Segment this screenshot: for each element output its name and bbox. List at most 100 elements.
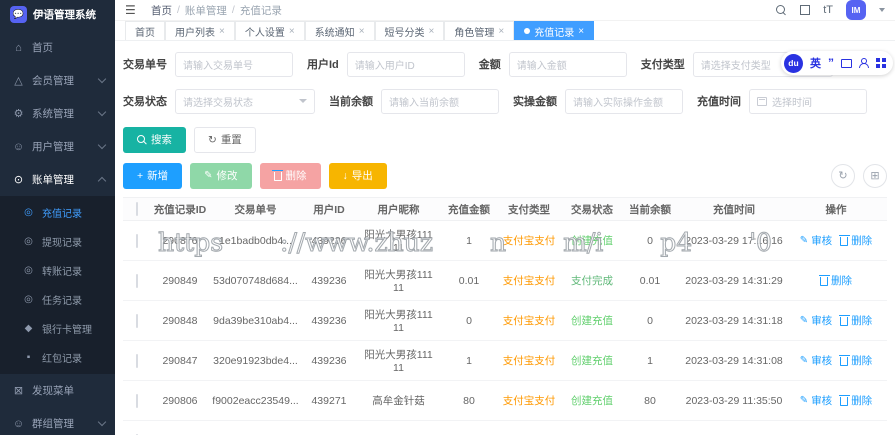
user-id-input[interactable]: 请输入用户ID	[347, 52, 465, 77]
fullscreen-icon[interactable]	[800, 5, 810, 15]
amount-input[interactable]: 请输入金额	[509, 52, 627, 77]
ime-toolbar[interactable]: du 英 ”	[781, 51, 893, 75]
refresh-table-button[interactable]: ↻	[831, 164, 855, 188]
order-no-input[interactable]: 请输入交易单号	[175, 52, 293, 77]
delete-link[interactable]: 删除	[840, 233, 872, 248]
delete-link[interactable]: 删除	[840, 393, 872, 408]
tab-home[interactable]: 首页	[125, 21, 165, 40]
sidebar-item-transfer-records[interactable]: ◎ 转账记录	[0, 256, 115, 285]
sidebar-item-task-records[interactable]: ◎ 任务记录	[0, 285, 115, 314]
bills-submenu: ◎ 充值记录 ◎ 提现记录 ◎ 转账记录 ◎ 任务记录 ◆ 银行卡管理	[0, 196, 115, 374]
sidebar-item-groups[interactable]: ☺ 群组管理	[0, 407, 115, 435]
close-icon[interactable]: ×	[219, 26, 225, 37]
audit-link[interactable]: ✎审核	[800, 353, 832, 368]
trash-icon	[840, 357, 848, 366]
trash-icon	[840, 237, 848, 246]
op-amount-input[interactable]: 请输入实际操作金额	[565, 89, 683, 114]
close-icon[interactable]: ×	[429, 26, 435, 37]
sidebar-item-users[interactable]: ☺ 用户管理	[0, 130, 115, 163]
table-row: 290876 1e1badb0db4... 439236 阳光大男孩111 11…	[123, 221, 887, 261]
close-icon[interactable]: ×	[359, 26, 365, 37]
sidebar-item-home[interactable]: ⌂ 首页	[0, 31, 115, 64]
sidebar-item-bills[interactable]: ⊙ 账单管理	[0, 163, 115, 196]
record-icon: ◎	[22, 265, 35, 276]
tab-system-notice[interactable]: 系统通知×	[305, 21, 375, 40]
delete-link[interactable]: 删除	[840, 313, 872, 328]
trash-icon	[840, 317, 848, 326]
table-toolbar: + 新增 ✎ 修改 删除 ↓ 导出 ↻ ⊞	[123, 162, 887, 189]
ime-language-toggle[interactable]: 英	[810, 55, 821, 71]
ime-menu-grid-icon[interactable]	[876, 58, 886, 68]
export-button[interactable]: ↓ 导出	[329, 163, 387, 189]
tab-bar: 首页 用户列表× 个人设置× 系统通知× 短号分类× 角色管理× 充值记录×	[115, 21, 895, 41]
delete-link[interactable]: 删除	[820, 273, 852, 288]
font-size-icon[interactable]: tT	[823, 4, 833, 16]
search-icon[interactable]	[776, 5, 787, 16]
table-row: 290806 f9002eacc23549... 439271 高牟金针菇 80…	[123, 381, 887, 421]
filter-row-1: 交易单号 请输入交易单号 用户Id 请输入用户ID 金额 请输入金额 支付类型 …	[123, 49, 887, 79]
row-checkbox[interactable]	[136, 234, 138, 248]
chevron-down-icon	[98, 141, 106, 149]
refresh-icon: ↻	[208, 134, 217, 146]
delete-button[interactable]: 删除	[260, 163, 321, 189]
columns-icon: ⊞	[870, 169, 879, 182]
pencil-icon: ✎	[800, 356, 808, 366]
ime-account-icon[interactable]	[859, 58, 869, 68]
order-no-label: 交易单号	[123, 56, 167, 72]
column-settings-button[interactable]: ⊞	[863, 164, 887, 188]
quote-icon[interactable]: ”	[828, 56, 834, 70]
add-button[interactable]: + 新增	[123, 163, 182, 189]
status-select[interactable]: 请选择交易状态	[175, 89, 315, 114]
row-checkbox[interactable]	[136, 394, 138, 408]
row-checkbox[interactable]	[136, 314, 138, 328]
table-row: 290848 9da39be310ab4... 439236 阳光大男孩111 …	[123, 301, 887, 341]
sidebar-item-discover[interactable]: ⊠ 发现菜单	[0, 374, 115, 407]
record-icon: ◎	[22, 236, 35, 247]
sidebar-nav: ⌂ 首页 △ 会员管理 ⚙ 系统管理 ☺ 用户管理 ⊙ 账单管理	[0, 31, 115, 435]
tab-user-list[interactable]: 用户列表×	[165, 21, 235, 40]
download-icon: ↓	[343, 170, 348, 182]
search-button[interactable]: 搜索	[123, 127, 186, 153]
close-icon[interactable]: ×	[289, 26, 295, 37]
table-row: 290847 320e91923bde4... 439236 阳光大男孩111 …	[123, 341, 887, 381]
chat-logo-icon: 💬	[10, 6, 27, 23]
tab-role-management[interactable]: 角色管理×	[444, 21, 514, 40]
avatar[interactable]: IM	[846, 0, 866, 20]
baidu-ime-logo-icon[interactable]: du	[784, 54, 803, 73]
balance-label: 当前余额	[329, 93, 373, 109]
sidebar-item-recharge-records[interactable]: ◎ 充值记录	[0, 198, 115, 227]
refresh-icon: ↻	[838, 169, 847, 182]
ime-keyboard-icon[interactable]	[841, 59, 852, 68]
select-all-checkbox[interactable]	[136, 202, 138, 216]
sidebar-item-redpacket-records[interactable]: ▪ 红包记录	[0, 343, 115, 372]
close-icon[interactable]: ×	[498, 26, 504, 37]
chevron-down-icon	[98, 418, 106, 426]
tab-recharge-records[interactable]: 充值记录×	[514, 21, 594, 40]
tab-short-code-category[interactable]: 短号分类×	[375, 21, 445, 40]
pencil-icon: ✎	[204, 171, 212, 181]
sidebar-item-members[interactable]: △ 会员管理	[0, 64, 115, 97]
reset-button[interactable]: ↻ 重置	[194, 127, 256, 153]
audit-link[interactable]: ✎审核	[800, 233, 832, 248]
group-icon: ☺	[12, 418, 25, 430]
op-amount-label: 实操金额	[513, 93, 557, 109]
sidebar-item-withdraw-records[interactable]: ◎ 提现记录	[0, 227, 115, 256]
collapse-menu-icon[interactable]: ☰	[125, 3, 139, 17]
edit-button[interactable]: ✎ 修改	[190, 163, 251, 189]
tab-profile-settings[interactable]: 个人设置×	[235, 21, 305, 40]
sidebar-item-system[interactable]: ⚙ 系统管理	[0, 97, 115, 130]
row-checkbox[interactable]	[136, 354, 138, 368]
recharge-table: https://www.zhuznm/ip4'0 充值记录ID 交易单号 用户I…	[123, 197, 887, 435]
audit-link[interactable]: ✎审核	[800, 313, 832, 328]
sidebar-item-bank-cards[interactable]: ◆ 银行卡管理	[0, 314, 115, 343]
chevron-down-icon[interactable]	[879, 8, 885, 12]
audit-link[interactable]: ✎审核	[800, 393, 832, 408]
delete-link[interactable]: 删除	[840, 353, 872, 368]
close-icon[interactable]: ×	[578, 26, 584, 37]
calendar-icon	[757, 97, 767, 106]
pay-type-label: 支付类型	[641, 56, 685, 72]
recharge-time-input[interactable]: 选择时间	[749, 89, 867, 114]
record-icon: ◎	[22, 207, 35, 218]
balance-input[interactable]: 请输入当前余额	[381, 89, 499, 114]
row-checkbox[interactable]	[136, 274, 138, 288]
